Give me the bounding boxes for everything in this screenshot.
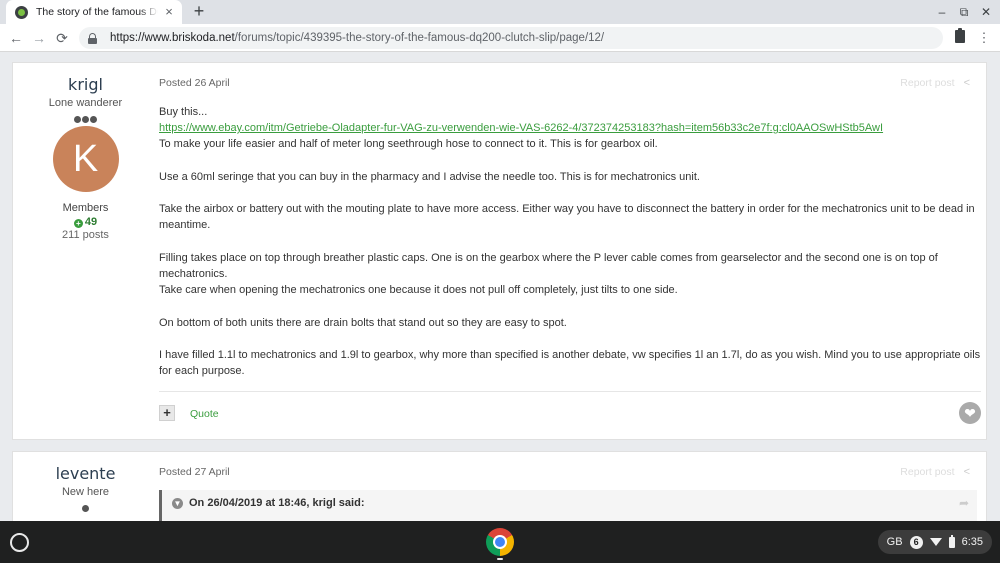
forum-post: krigl Lone wanderer K Members +49 211 po… (12, 62, 987, 440)
chrome-app-icon[interactable] (486, 528, 514, 556)
forum-page: krigl Lone wanderer K Members +49 211 po… (0, 53, 1000, 521)
post-content: Buy this... https://www.ebay.com/itm/Get… (159, 104, 981, 379)
report-post-link[interactable]: Report post (900, 77, 954, 89)
post-date[interactable]: Posted 26 April (159, 77, 230, 89)
battery-icon (948, 534, 955, 548)
rank-pip (82, 505, 89, 512)
notification-count: 6 (909, 535, 923, 549)
os-shelf: GB 6 6:35 (0, 521, 1000, 563)
status-tray[interactable]: GB 6 6:35 (877, 530, 992, 554)
post-paragraph: Take the airbox or battery out with the … (159, 203, 975, 232)
post-date[interactable]: Posted 27 April (159, 466, 230, 478)
post-controls: + Quote ❤ (159, 391, 981, 431)
post-paragraph: On bottom of both units there are drain … (159, 316, 567, 329)
launcher-icon[interactable] (10, 533, 29, 552)
quote-citation-text[interactable]: On 26/04/2019 at 18:46, krigl said: (189, 497, 364, 509)
post-paragraph: Use a 60ml seringe that you can buy in t… (159, 170, 700, 183)
ebay-link[interactable]: https://www.ebay.com/itm/Getriebe-Oladap… (159, 122, 883, 134)
quote-block: ▼ On 26/04/2019 at 18:46, krigl said: ➦ (159, 490, 977, 521)
heart-icon[interactable]: ❤ (959, 402, 981, 424)
chevron-down-icon[interactable]: ▼ (172, 497, 183, 509)
new-tab-button[interactable]: + (189, 2, 209, 22)
reputation-count: 49 (84, 216, 98, 228)
url-text: https://www.briskoda.net/forums/topic/43… (110, 32, 604, 44)
rank-pips (13, 501, 158, 512)
back-button[interactable]: ← (6, 28, 26, 48)
share-icon[interactable]: < (964, 466, 970, 478)
keyboard-locale: GB (886, 536, 903, 548)
author-rank: Lone wanderer (48, 97, 123, 109)
author-name[interactable]: levente (13, 464, 158, 483)
author-rank: New here (61, 486, 110, 498)
browser-toolbar: ← → ⟳ https://www.briskoda.net/forums/to… (0, 24, 1000, 52)
tab-close-icon[interactable]: × (162, 5, 176, 19)
running-indicator (497, 558, 503, 560)
post-tools: Report post < (900, 466, 970, 478)
browser-tab[interactable]: The story of the famous DQ200 clutch sli… (6, 0, 182, 24)
multiquote-button[interactable]: + (159, 405, 175, 421)
rank-pip (82, 116, 89, 123)
minimize-button[interactable]: – (932, 3, 952, 21)
menu-icon[interactable]: ⋮ (976, 30, 992, 46)
post-paragraph: Filling takes place on top through breat… (159, 251, 938, 280)
share-arrow-icon[interactable]: ➦ (959, 496, 969, 510)
tab-title: The story of the famous DQ200 clutch sli… (36, 6, 158, 18)
url-domain: https://www.briskoda.net (110, 32, 235, 44)
lock-icon (88, 32, 97, 44)
wifi-icon (929, 538, 942, 546)
plus-circle-icon: + (73, 219, 83, 228)
member-group: Members (62, 202, 109, 214)
post-tools: Report post < (900, 77, 970, 89)
reload-button[interactable]: ⟳ (52, 28, 72, 48)
forum-post: levente New here Posted 27 April Report … (12, 451, 987, 521)
author-panel: krigl Lone wanderer K Members +49 211 po… (13, 63, 158, 241)
url-path: /forums/topic/439395-the-story-of-the-fa… (234, 32, 605, 44)
site-favicon-icon (15, 5, 28, 19)
post-paragraph: Buy this... (159, 106, 208, 118)
post-paragraph: I have filled 1.1l to mechatronics and 1… (159, 348, 981, 378)
rank-pip (90, 116, 97, 123)
clipboard-icon[interactable] (952, 28, 968, 46)
report-post-link[interactable]: Report post (900, 466, 954, 478)
avatar[interactable]: K (52, 126, 119, 192)
forward-button[interactable]: → (29, 28, 49, 48)
reputation-badge: +49 (13, 216, 158, 228)
share-icon[interactable]: < (964, 77, 970, 89)
restore-button[interactable]: ⧉ (954, 3, 974, 21)
quote-citation: ▼ On 26/04/2019 at 18:46, krigl said: (172, 497, 364, 509)
author-name[interactable]: krigl (13, 75, 158, 94)
post-count: 211 posts (62, 229, 109, 241)
quote-button[interactable]: Quote (190, 408, 219, 420)
tab-strip: The story of the famous DQ200 clutch sli… (0, 0, 1000, 24)
close-window-button[interactable]: ✕ (976, 3, 996, 21)
rank-pips (13, 112, 158, 123)
rank-pip (74, 116, 81, 123)
author-panel: levente New here (13, 452, 158, 521)
address-bar[interactable]: https://www.briskoda.net/forums/topic/43… (79, 27, 943, 49)
clock: 6:35 (961, 536, 983, 548)
post-paragraph: To make your life easier and half of met… (159, 138, 658, 151)
post-paragraph: Take care when opening the mechatronics … (159, 284, 678, 297)
